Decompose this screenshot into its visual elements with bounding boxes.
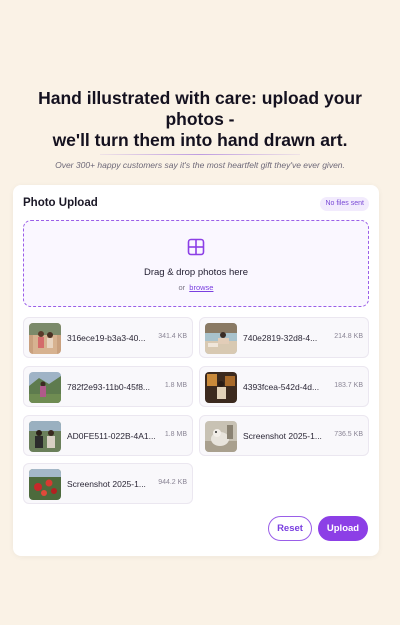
file-name: 4393fcea-542d-4d... <box>243 382 320 392</box>
page-subtitle: Over 300+ happy customers say it's the m… <box>55 160 345 170</box>
file-size: 1.8 MB <box>164 382 187 389</box>
file-name: 782f2e93-11b0-45f8... <box>67 382 151 392</box>
photo-thumbnail <box>29 323 61 354</box>
photo-thumbnail <box>29 372 61 403</box>
file-name: 316ece19-b3a3-40... <box>67 333 146 343</box>
dropzone-or: or <box>178 283 186 292</box>
browse-link[interactable]: browse <box>189 283 213 292</box>
file-name: Screenshot 2025-1... <box>67 479 146 489</box>
file-size: 214.8 KB <box>334 333 363 340</box>
file-name: 740e2819-32d8-4... <box>243 333 318 343</box>
reset-button[interactable]: Reset <box>268 516 312 541</box>
file-item: AD0FE511-022B-4A1... 1.8 MB <box>23 415 193 456</box>
file-item: Screenshot 2025-1... 944.2 KB <box>23 463 193 504</box>
title-underline <box>100 154 300 155</box>
file-name: AD0FE511-022B-4A1... <box>67 431 155 441</box>
photo-thumbnail <box>205 323 237 354</box>
photo-upload-card: Photo Upload No files sent Drag & drop p… <box>13 185 379 556</box>
file-size: 944.2 KB <box>158 479 187 486</box>
file-item: 316ece19-b3a3-40... 341.4 KB <box>23 317 193 358</box>
file-size: 736.5 KB <box>334 431 363 438</box>
file-size: 341.4 KB <box>158 333 187 340</box>
hero: Hand illustrated with care: upload your … <box>0 88 400 170</box>
file-item: 782f2e93-11b0-45f8... 1.8 MB <box>23 366 193 407</box>
grid-icon <box>187 238 205 256</box>
file-name: Screenshot 2025-1... <box>243 431 322 441</box>
card-title: Photo Upload <box>23 197 98 209</box>
photo-thumbnail <box>29 469 61 500</box>
dropzone[interactable]: Drag & drop photos here or browse <box>23 220 369 307</box>
photo-thumbnail <box>29 421 61 452</box>
page-title: Hand illustrated with care: upload your … <box>0 88 400 151</box>
file-item: 740e2819-32d8-4... 214.8 KB <box>199 317 369 358</box>
upload-button[interactable]: Upload <box>318 516 368 541</box>
dropzone-subtext: or browse <box>24 283 368 292</box>
file-size: 1.8 MB <box>164 431 187 438</box>
file-size: 183.7 KB <box>334 382 363 389</box>
title-line-1: Hand illustrated with care: upload your … <box>38 88 362 129</box>
title-line-2: we'll turn them into hand drawn art. <box>52 130 348 150</box>
file-item: Screenshot 2025-1... 736.5 KB <box>199 415 369 456</box>
photo-thumbnail <box>205 421 237 452</box>
dropzone-title: Drag & drop photos here <box>143 267 249 278</box>
file-item: 4393fcea-542d-4d... 183.7 KB <box>199 366 369 407</box>
status-badge: No files sent <box>320 197 369 211</box>
photo-thumbnail <box>205 372 237 403</box>
